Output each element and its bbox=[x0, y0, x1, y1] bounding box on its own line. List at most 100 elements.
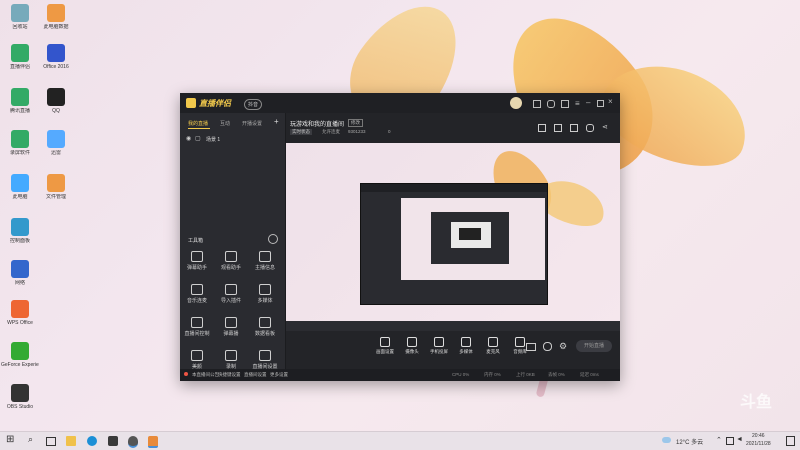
menu-icon[interactable]: ≡ bbox=[575, 99, 580, 108]
task-view-icon[interactable] bbox=[46, 437, 56, 446]
bottom-tool-button[interactable]: 麦克风 bbox=[482, 337, 504, 355]
desktop-app-icon bbox=[47, 4, 65, 22]
status-link[interactable]: 更多设置 bbox=[270, 372, 288, 378]
tool-button[interactable]: 录制 bbox=[216, 350, 246, 370]
lock-icon[interactable]: ▢ bbox=[195, 135, 201, 142]
tab-settings[interactable]: 开播设置 bbox=[242, 120, 262, 127]
tab-live[interactable]: 我的直播 bbox=[188, 120, 208, 127]
share-icon[interactable]: ⋖ bbox=[602, 123, 608, 131]
bottom-tool-button[interactable]: 多媒体 bbox=[455, 337, 477, 355]
live-preview[interactable] bbox=[286, 143, 620, 331]
tab-interact[interactable]: 互动 bbox=[220, 120, 230, 127]
desktop-app-icon bbox=[11, 130, 29, 148]
eye-icon[interactable]: ◉ bbox=[186, 135, 191, 142]
tool-button[interactable]: 弹幕助手 bbox=[182, 251, 212, 271]
network-icon[interactable] bbox=[726, 437, 734, 445]
tool-button[interactable]: 多媒体 bbox=[250, 284, 280, 304]
room-status[interactable]: 实时状态 bbox=[290, 129, 312, 135]
nested-window bbox=[360, 183, 548, 305]
avatar[interactable] bbox=[510, 97, 522, 109]
tool-button[interactable]: 直播间控制 bbox=[182, 317, 212, 337]
minimize-icon[interactable]: – bbox=[586, 98, 590, 107]
help-icon[interactable] bbox=[547, 100, 555, 108]
desktop-icon[interactable]: 此电脑 bbox=[1, 174, 39, 200]
gift-icon[interactable] bbox=[538, 124, 546, 132]
desktop-icon[interactable]: 网络 bbox=[1, 260, 39, 286]
clock-time[interactable]: 20:46 bbox=[752, 433, 765, 439]
tool-icon bbox=[225, 251, 237, 262]
tool-icon bbox=[259, 284, 271, 295]
nested-preview bbox=[401, 198, 545, 280]
desktop-icon-label: WPS Office bbox=[7, 320, 33, 326]
tool-button[interactable]: 直播间设置 bbox=[250, 350, 280, 370]
desktop-icon[interactable]: 控制面板 bbox=[1, 218, 39, 244]
bottom-tool-label: 摄像头 bbox=[405, 349, 419, 354]
file-explorer-icon[interactable] bbox=[66, 436, 76, 446]
notification-icon[interactable] bbox=[786, 436, 795, 446]
chat-icon[interactable] bbox=[570, 124, 578, 132]
record-icon[interactable] bbox=[543, 342, 552, 351]
room-edit-tag[interactable]: 修改 bbox=[348, 119, 363, 127]
tool-button[interactable]: 导入插件 bbox=[216, 284, 246, 304]
settings-gear-icon[interactable]: ⚙ bbox=[559, 341, 567, 352]
status-link[interactable]: 直播间设置 bbox=[244, 372, 267, 378]
message-icon[interactable] bbox=[533, 100, 541, 108]
tool-button[interactable]: 弹幕播 bbox=[216, 317, 246, 337]
shirt-icon[interactable] bbox=[561, 100, 569, 108]
camera-icon[interactable] bbox=[526, 343, 536, 351]
bell-icon[interactable] bbox=[586, 124, 594, 132]
nested-inner-window bbox=[431, 212, 509, 264]
desktop-icon[interactable]: 回收站 bbox=[1, 4, 39, 30]
desktop-icon[interactable]: 录屏软件 bbox=[1, 130, 39, 156]
status-metric: 延迟 0ms bbox=[580, 372, 599, 377]
status-link[interactable]: 快捷键设置 bbox=[218, 372, 241, 378]
tool-button[interactable]: 美颜 bbox=[182, 350, 212, 370]
app-logo-icon bbox=[186, 98, 196, 108]
weather-text[interactable]: 12°C 多云 bbox=[676, 437, 703, 446]
bottom-tool-icon bbox=[461, 337, 471, 347]
add-scene-icon[interactable]: + bbox=[274, 117, 279, 126]
desktop-icon[interactable]: QQ bbox=[37, 88, 75, 114]
scene-name[interactable]: 场景 1 bbox=[206, 136, 220, 143]
desktop-icon[interactable]: WPS Office bbox=[1, 300, 39, 326]
tool-icon bbox=[191, 350, 203, 361]
lock-room-icon[interactable] bbox=[554, 124, 562, 132]
tool-label: 弹幕播 bbox=[223, 331, 239, 337]
status-link[interactable]: 本直播间公告 bbox=[192, 372, 219, 378]
tool-button[interactable]: 音乐连麦 bbox=[182, 284, 212, 304]
tool-button[interactable]: 数据看板 bbox=[250, 317, 280, 337]
tool-icon bbox=[225, 350, 237, 361]
tool-icon bbox=[191, 251, 203, 262]
tool-button[interactable]: 主播信息 bbox=[250, 251, 280, 271]
desktop-icon[interactable]: Office 2016 bbox=[37, 44, 75, 70]
live-taskbar-icon[interactable] bbox=[148, 436, 158, 448]
desktop-icon[interactable]: GeForce Experience bbox=[1, 342, 39, 368]
preview-taskbar bbox=[286, 321, 620, 331]
clock-date[interactable]: 2021/11/28 bbox=[746, 441, 771, 447]
tool-button[interactable]: 观看助手 bbox=[216, 251, 246, 271]
edge-icon[interactable] bbox=[87, 436, 97, 446]
bottom-tool-button[interactable]: 手机投屏 bbox=[428, 337, 450, 355]
desktop-icon[interactable]: 此电脑数据 bbox=[37, 4, 75, 30]
app-window: 直播伴侣 抖音 ≡ – × 我的直播 互动 开播设置 + ◉ ▢ 场景 1 工具… bbox=[180, 93, 620, 381]
tray-chevron-icon[interactable]: ⌃ bbox=[716, 436, 722, 444]
obs-taskbar-icon[interactable] bbox=[128, 436, 138, 448]
desktop-icon[interactable]: 腾讯直播 bbox=[1, 88, 39, 114]
desktop-icon[interactable]: 迅雷 bbox=[37, 130, 75, 156]
bottom-tool-button[interactable]: 画面设置 bbox=[374, 337, 396, 355]
status-metric: CPU 0% bbox=[452, 372, 470, 377]
desktop-icon[interactable]: OBS Studio bbox=[1, 384, 39, 410]
windows-start-icon[interactable]: ⊞ bbox=[6, 434, 16, 445]
platform-badge[interactable]: 抖音 bbox=[244, 99, 263, 110]
search-icon[interactable]: ⌕ bbox=[28, 434, 38, 444]
maximize-icon[interactable] bbox=[597, 100, 604, 107]
volume-icon[interactable]: ◄ bbox=[736, 436, 743, 443]
tools-collapse-icon[interactable] bbox=[268, 234, 278, 244]
desktop-icon[interactable]: 文件管理 bbox=[37, 174, 75, 200]
title-bar: 直播伴侣 抖音 ≡ – × bbox=[180, 93, 620, 113]
start-live-button[interactable]: 开始直播 bbox=[576, 340, 612, 352]
app-taskbar-icon[interactable] bbox=[108, 436, 118, 446]
close-icon[interactable]: × bbox=[608, 97, 613, 106]
bottom-tool-button[interactable]: 摄像头 bbox=[401, 337, 423, 355]
desktop-icon[interactable]: 直播伴侣 bbox=[1, 44, 39, 70]
